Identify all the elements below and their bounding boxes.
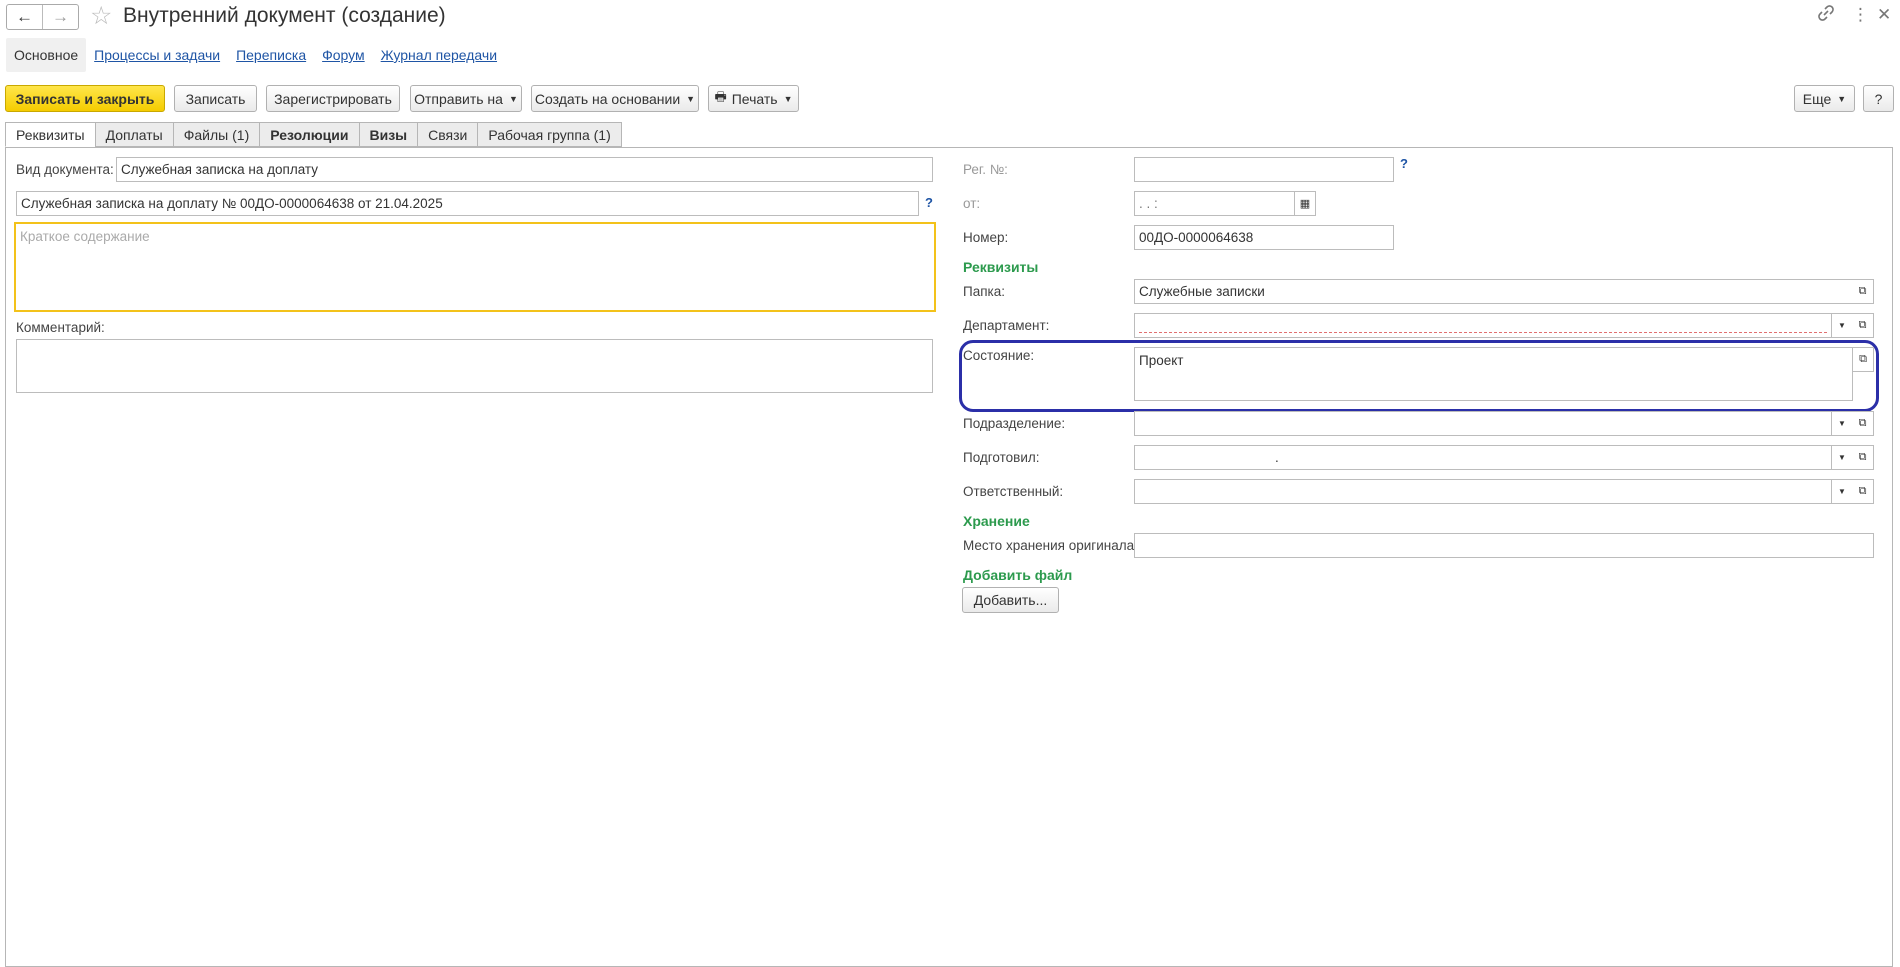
subdivision-dropdown-icon[interactable]: ▼ <box>1831 411 1853 436</box>
state-label: Состояние: <box>963 348 1035 363</box>
number-field[interactable]: 00ДО-0000064638 <box>1134 225 1394 250</box>
tab-requisites[interactable]: Реквизиты <box>5 122 95 147</box>
state-open-icon[interactable]: ⧉ <box>1852 347 1874 372</box>
tab-bonuses[interactable]: Доплаты <box>94 122 173 147</box>
responsible-dropdown-icon[interactable]: ▼ <box>1831 479 1853 504</box>
folder-label: Папка: <box>963 284 1005 299</box>
print-label: Печать <box>731 90 778 107</box>
forward-button[interactable]: → <box>43 5 78 29</box>
tab-visas[interactable]: Визы <box>358 122 418 147</box>
subdivision-open-icon[interactable]: ⧉ <box>1852 411 1874 436</box>
add-file-label: Добавить... <box>973 592 1048 608</box>
title-help-icon[interactable]: ? <box>925 195 933 210</box>
arrow-right-icon: → <box>52 7 69 26</box>
subdivision-field[interactable] <box>1134 411 1832 436</box>
section-main[interactable]: Основное <box>6 38 87 72</box>
date-field[interactable]: . . : <box>1134 191 1296 216</box>
folder-field[interactable]: Служебные записки <box>1134 279 1853 304</box>
date-label: от: <box>963 196 981 211</box>
required-underline <box>1139 332 1827 333</box>
prepared-by-dropdown-icon[interactable]: ▼ <box>1831 445 1853 470</box>
more-vertical-icon[interactable]: ⋮ <box>1852 4 1869 26</box>
state-field[interactable]: Проект <box>1134 347 1853 401</box>
printer-icon: 🖶 <box>714 88 727 104</box>
prepared-by-open-icon[interactable]: ⧉ <box>1852 445 1874 470</box>
arrow-left-icon: ← <box>16 7 33 26</box>
folder-open-icon[interactable]: ⧉ <box>1852 279 1874 304</box>
favorite-star-icon[interactable]: ☆ <box>90 3 112 29</box>
number-label: Номер: <box>963 230 1009 245</box>
tab-bar: Реквизиты Доплаты Файлы (1) Резолюции Ви… <box>5 122 622 147</box>
back-button[interactable]: ← <box>7 5 43 29</box>
save-close-label: Записать и закрыть <box>15 90 155 107</box>
requisites-header: Реквизиты <box>963 259 1039 275</box>
nav-buttons: ← → <box>6 4 79 30</box>
more-button[interactable]: Еще ▼ <box>1794 85 1855 112</box>
prepared-by-field[interactable]: . <box>1134 445 1832 470</box>
doc-type-field[interactable]: Служебная записка на доплату <box>116 157 933 182</box>
register-label: Зарегистрировать <box>274 90 392 107</box>
doc-type-label: Вид документа: <box>16 162 114 177</box>
responsible-open-icon[interactable]: ⧉ <box>1852 479 1874 504</box>
caret-down-icon: ▼ <box>1837 93 1847 104</box>
reg-help-icon[interactable]: ? <box>1400 156 1408 171</box>
storage-header: Хранение <box>963 513 1030 529</box>
department-label: Департамент: <box>963 318 1050 333</box>
department-dropdown-icon[interactable]: ▼ <box>1831 313 1853 338</box>
prepared-by-label: Подготовил: <box>963 450 1040 465</box>
save-label: Записать <box>185 90 246 107</box>
help-button[interactable]: ? <box>1863 85 1894 112</box>
storage-place-field[interactable] <box>1134 533 1874 558</box>
save-close-button[interactable]: Записать и закрыть <box>5 85 165 112</box>
tab-links[interactable]: Связи <box>417 122 478 147</box>
send-to-button[interactable]: Отправить на ▼ <box>410 85 522 112</box>
section-correspondence[interactable]: Переписка <box>228 38 314 72</box>
responsible-field[interactable] <box>1134 479 1832 504</box>
section-transfer-log[interactable]: Журнал передачи <box>373 38 505 72</box>
save-button[interactable]: Записать <box>174 85 257 112</box>
tab-files[interactable]: Файлы (1) <box>172 122 260 147</box>
register-button[interactable]: Зарегистрировать <box>266 85 400 112</box>
send-to-label: Отправить на <box>414 90 503 107</box>
tab-workgroup[interactable]: Рабочая группа (1) <box>477 122 622 147</box>
window-title: Внутренний документ (создание) <box>123 4 446 27</box>
comment-field[interactable] <box>16 339 933 393</box>
caret-down-icon: ▼ <box>508 93 518 104</box>
doc-title-field[interactable]: Служебная записка на доплату № 00ДО-0000… <box>16 191 919 216</box>
calendar-icon[interactable]: ▦ <box>1294 191 1316 216</box>
close-icon[interactable]: ✕ <box>1877 4 1891 26</box>
section-links: Основное Процессы и задачи Переписка Фор… <box>6 38 505 72</box>
summary-input[interactable]: Краткое содержание <box>14 222 936 312</box>
comment-label: Комментарий: <box>16 320 105 335</box>
reg-number-field[interactable] <box>1134 157 1394 182</box>
create-based-label: Создать на основании <box>534 90 681 107</box>
add-file-button[interactable]: Добавить... <box>962 587 1059 613</box>
department-field[interactable] <box>1134 313 1832 338</box>
tab-resolutions[interactable]: Резолюции <box>259 122 359 147</box>
subdivision-label: Подразделение: <box>963 416 1066 431</box>
more-label: Еще <box>1802 90 1832 107</box>
caret-down-icon: ▼ <box>686 93 696 104</box>
department-open-icon[interactable]: ⧉ <box>1852 313 1874 338</box>
section-processes[interactable]: Процессы и задачи <box>86 38 228 72</box>
print-button[interactable]: 🖶 Печать ▼ <box>708 85 799 112</box>
help-label: ? <box>1874 90 1883 107</box>
storage-place-label: Место хранения оригинала: <box>963 538 1138 553</box>
responsible-label: Ответственный: <box>963 484 1064 499</box>
caret-down-icon: ▼ <box>783 93 793 104</box>
reg-number-label: Рег. №: <box>963 162 1008 177</box>
add-file-header: Добавить файл <box>963 567 1073 583</box>
section-forum[interactable]: Форум <box>314 38 373 72</box>
summary-placeholder: Краткое содержание <box>20 229 150 244</box>
create-based-button[interactable]: Создать на основании ▼ <box>531 85 699 112</box>
link-icon[interactable] <box>1817 4 1835 28</box>
